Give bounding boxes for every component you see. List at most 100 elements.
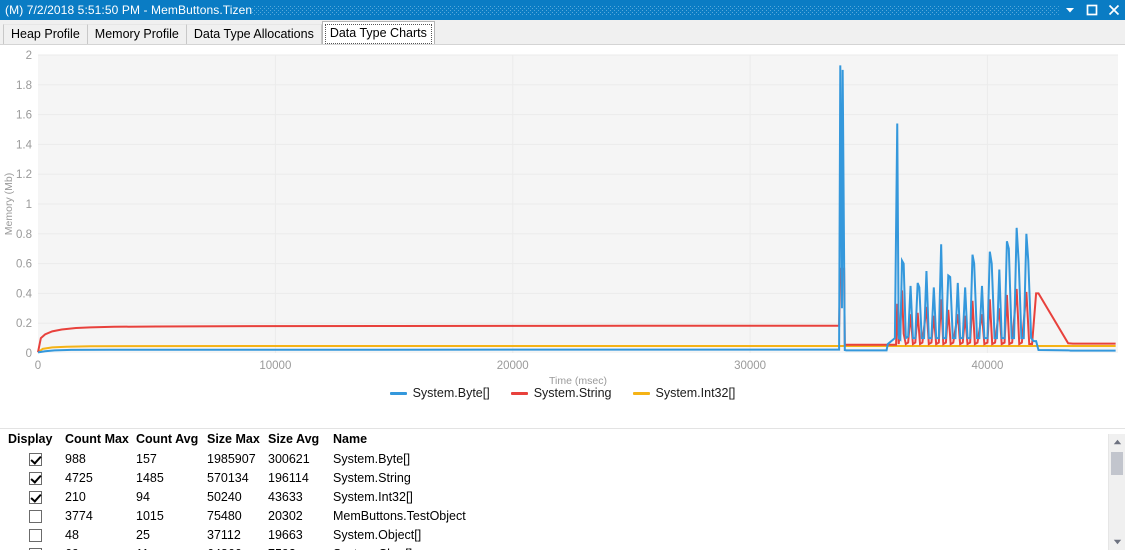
table-row[interactable]: 48253711219663System.Object[] [8, 525, 466, 544]
chart-legend: System.Byte[] System.String System.Int32[] [0, 383, 1125, 403]
close-icon [1108, 4, 1120, 16]
cell-count-max: 48 [62, 525, 133, 544]
cell-count-avg: 11 [133, 544, 204, 550]
cell-size-avg: 20302 [265, 506, 330, 525]
cell-count-max: 210 [62, 487, 133, 506]
y-tick-label: 1.8 [16, 80, 32, 92]
legend-label: System.Byte[] [413, 386, 490, 400]
x-tick-label: 20000 [497, 360, 529, 372]
table-row[interactable]: 377410157548020302MemButtons.TestObject [8, 506, 466, 525]
cell-size-max: 50240 [204, 487, 265, 506]
display-checkbox[interactable] [29, 529, 42, 542]
cell-name: System.Int32[] [330, 487, 466, 506]
cell-name: System.Byte[] [330, 449, 466, 468]
tab-data-type-charts[interactable]: Data Type Charts [322, 21, 435, 44]
y-tick-label: 0.8 [16, 229, 32, 241]
column-header-name[interactable]: Name [330, 429, 466, 449]
legend-color-swatch [390, 392, 407, 395]
cell-size-avg: 19663 [265, 525, 330, 544]
display-checkbox[interactable] [29, 472, 42, 485]
cell-count-avg: 1485 [133, 468, 204, 487]
display-cell [8, 506, 62, 525]
title-bar: (M) 7/2/2018 5:51:50 PM - MemButtons.Tiz… [0, 0, 1125, 20]
tab-label: Heap Profile [11, 27, 80, 41]
tab-heap-profile[interactable]: Heap Profile [3, 24, 88, 44]
tab-data-type-allocations[interactable]: Data Type Allocations [186, 24, 322, 44]
column-header-size-max[interactable]: Size Max [204, 429, 265, 449]
display-cell [8, 525, 62, 544]
window-title: (M) 7/2/2018 5:51:50 PM - MemButtons.Tiz… [0, 3, 252, 17]
cell-size-max: 37112 [204, 525, 265, 544]
table-row[interactable]: 210945024043633System.Int32[] [8, 487, 466, 506]
table-row[interactable]: 9881571985907300621System.Byte[] [8, 449, 466, 468]
display-cell [8, 544, 62, 550]
column-header-count-max[interactable]: Count Max [62, 429, 133, 449]
legend-item[interactable]: System.Byte[] [390, 386, 490, 400]
cell-name: System.Object[] [330, 525, 466, 544]
cell-count-max: 3774 [62, 506, 133, 525]
display-checkbox[interactable] [29, 491, 42, 504]
cell-name: System.Char[] [330, 544, 466, 550]
y-tick-label: 0.6 [16, 259, 32, 271]
display-cell [8, 449, 62, 468]
square-icon [1086, 4, 1098, 16]
data-type-chart[interactable]: 00.20.40.60.811.21.41.61.820100002000030… [0, 45, 1125, 408]
scroll-up-button[interactable] [1109, 434, 1125, 450]
data-type-table[interactable]: DisplayCount MaxCount AvgSize MaxSize Av… [0, 428, 1125, 550]
cell-size-max: 75480 [204, 506, 265, 525]
table-vertical-scrollbar[interactable] [1108, 434, 1125, 550]
table: DisplayCount MaxCount AvgSize MaxSize Av… [8, 429, 466, 550]
scroll-thumb[interactable] [1111, 452, 1123, 475]
title-bar-drag-area[interactable] [252, 0, 1059, 20]
tab-label: Data Type Charts [330, 26, 427, 40]
y-tick-label: 2 [26, 50, 32, 62]
x-tick-label: 10000 [259, 360, 291, 372]
display-checkbox[interactable] [29, 453, 42, 466]
cell-size-avg: 300621 [265, 449, 330, 468]
triangle-down-icon [1113, 539, 1122, 545]
cell-count-max: 4725 [62, 468, 133, 487]
y-tick-label: 1.4 [16, 139, 33, 151]
display-cell [8, 468, 62, 487]
y-tick-label: 0 [26, 348, 32, 360]
table-row[interactable]: 47251485570134196114System.String [8, 468, 466, 487]
table-header: DisplayCount MaxCount AvgSize MaxSize Av… [8, 429, 466, 449]
tab-memory-profile[interactable]: Memory Profile [87, 24, 187, 44]
cell-count-avg: 94 [133, 487, 204, 506]
x-tick-label: 30000 [734, 360, 766, 372]
table-row[interactable]: 6911648667593System.Char[] [8, 544, 466, 550]
x-tick-label: 40000 [971, 360, 1003, 372]
cell-count-avg: 1015 [133, 506, 204, 525]
legend-label: System.Int32[] [656, 386, 736, 400]
column-header-size-avg[interactable]: Size Avg [265, 429, 330, 449]
x-tick-label: 0 [35, 360, 41, 372]
tab-label: Memory Profile [95, 27, 179, 41]
y-axis-label: Memory (Mb) [3, 173, 15, 235]
legend-item[interactable]: System.String [511, 386, 612, 400]
tab-label: Data Type Allocations [194, 27, 314, 41]
maximize-button[interactable] [1081, 0, 1103, 20]
display-cell [8, 487, 62, 506]
column-header-display[interactable]: Display [8, 429, 62, 449]
cell-name: MemButtons.TestObject [330, 506, 466, 525]
cell-size-max: 1985907 [204, 449, 265, 468]
cell-size-avg: 196114 [265, 468, 330, 487]
chart-canvas[interactable]: 00.20.40.60.811.21.41.61.820100002000030… [0, 45, 1125, 408]
cell-size-max: 64866 [204, 544, 265, 550]
minimize-button[interactable] [1059, 0, 1081, 20]
column-header-count-avg[interactable]: Count Avg [133, 429, 204, 449]
cell-size-max: 570134 [204, 468, 265, 487]
table-body: 9881571985907300621System.Byte[]47251485… [8, 449, 466, 550]
table-header-row: DisplayCount MaxCount AvgSize MaxSize Av… [8, 429, 466, 449]
cell-count-max: 988 [62, 449, 133, 468]
display-checkbox[interactable] [29, 510, 42, 523]
tab-strip: Heap Profile Memory Profile Data Type Allo… [0, 20, 1125, 45]
y-tick-label: 1.6 [16, 110, 32, 122]
scroll-down-button[interactable] [1109, 534, 1125, 550]
legend-item[interactable]: System.Int32[] [633, 386, 736, 400]
close-button[interactable] [1103, 0, 1125, 20]
legend-color-swatch [633, 392, 650, 395]
cell-count-avg: 25 [133, 525, 204, 544]
legend-color-swatch [511, 392, 528, 395]
window-controls [1059, 0, 1125, 20]
